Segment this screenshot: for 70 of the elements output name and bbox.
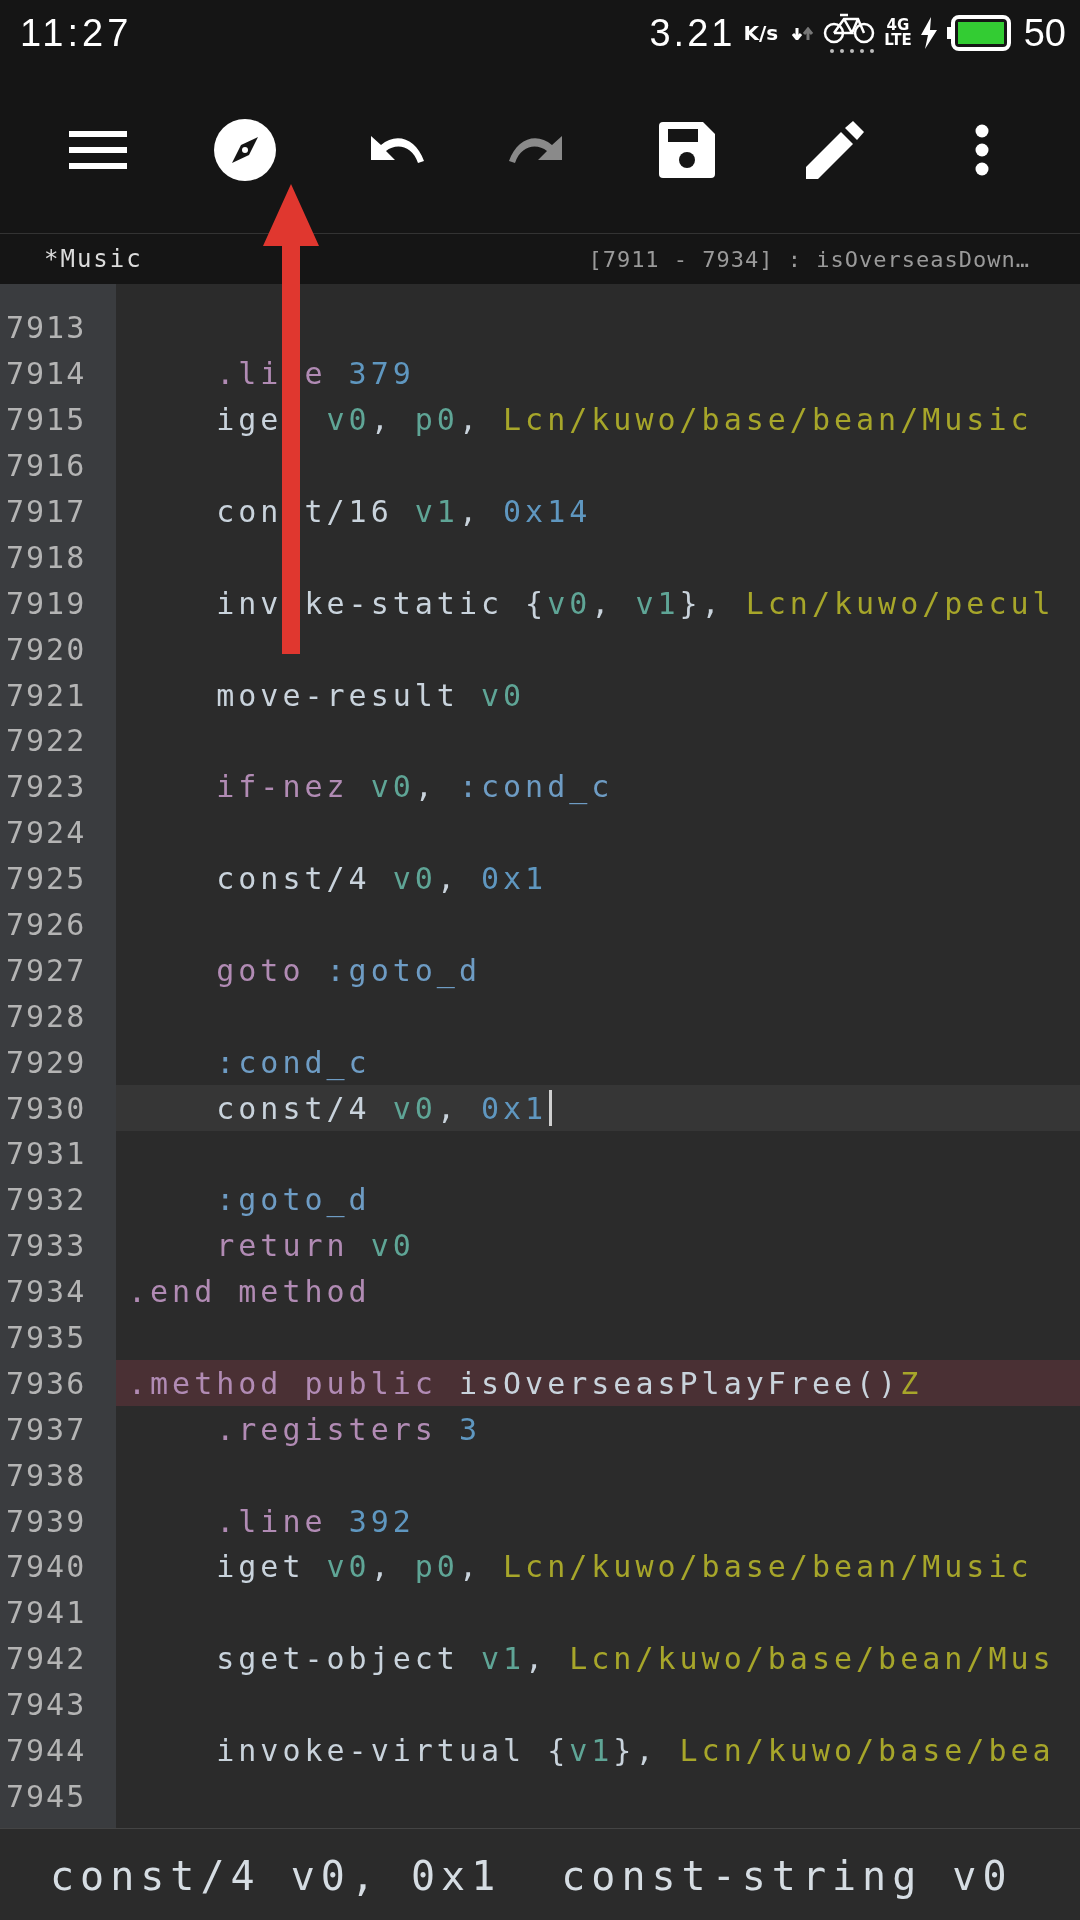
data-transfer-icon [792, 26, 815, 40]
compass-icon [214, 118, 277, 181]
line-number: 7933 [5, 1228, 88, 1264]
code-line: move-result v0 [215, 677, 526, 713]
line-number: 7929 [5, 1044, 88, 1080]
text-cursor [549, 1090, 553, 1127]
line-number: 7939 [5, 1503, 88, 1539]
line-number: 7921 [5, 677, 88, 713]
line-number: 7923 [5, 769, 88, 805]
line-number: 7936 [5, 1365, 88, 1401]
line-number: 7938 [5, 1457, 88, 1493]
file-tab[interactable]: *Music [44, 245, 143, 273]
code-line: .line 392 [215, 1503, 415, 1539]
method-location: [7911 - 7934] : isOverseasDown… [588, 246, 1030, 272]
code-line: if-nez v0, :cond_c [215, 769, 614, 805]
menu-icon [68, 128, 127, 171]
line-number: 7927 [5, 952, 88, 988]
line-number: 7930 [5, 1090, 88, 1126]
line-number: 7940 [5, 1549, 88, 1585]
code-line: iget v0, p0, Lcn/kuwo/base/bean/Music [215, 1549, 1033, 1585]
line-number: 7935 [5, 1320, 88, 1356]
battery-percent: 50 [1023, 11, 1066, 55]
line-number: 7943 [5, 1687, 88, 1723]
battery-icon [945, 15, 1012, 51]
code-line: :cond_c [215, 1044, 371, 1080]
more-icon [975, 123, 990, 176]
line-number: 7913 [5, 310, 88, 346]
code-line: sget-object v1, Lcn/kuwo/base/bean/Mus [215, 1641, 1055, 1677]
line-number: 7926 [5, 907, 88, 942]
speed-unit: K/s [743, 21, 779, 45]
line-number: 7919 [5, 585, 88, 621]
code-line: const/4 v0, 0x1 [215, 861, 548, 897]
line-number: 7915 [5, 402, 88, 438]
line-number: 7920 [5, 631, 88, 667]
network-type: 4G LTE [884, 18, 912, 48]
bicycle-icon [822, 11, 877, 55]
code-line: .method public isOverseasPlayFree()Z [127, 1365, 923, 1401]
code-line: invoke-virtual {v1}, Lcn/kuwo/base/bea [215, 1733, 1055, 1769]
line-number: 7918 [5, 539, 88, 575]
code-line: const/4 v0, 0x1 [215, 1090, 548, 1126]
code-line: .end method [127, 1274, 371, 1310]
line-number: 7917 [5, 494, 88, 529]
charging-icon [919, 17, 938, 49]
network-speed: 3.21 [649, 11, 736, 55]
code-line: inv ke-static {v0, v1}, Lcn/kuwo/pecul [215, 585, 1055, 621]
line-number: 7944 [5, 1733, 88, 1769]
pencil-icon [805, 120, 864, 179]
line-number: 7934 [5, 1274, 88, 1310]
code-line: return v0 [215, 1228, 415, 1264]
line-number: 7931 [5, 1136, 88, 1172]
line-number: 7932 [5, 1182, 88, 1218]
line-number: 7945 [5, 1778, 88, 1814]
code-line: con t/16 v1, 0x14 [215, 494, 592, 529]
line-number: 7916 [5, 448, 88, 484]
code-line: goto :goto_d [215, 952, 481, 988]
line-number: 7922 [5, 723, 88, 759]
line-number: 7942 [5, 1641, 88, 1677]
clock-time: 11:27 [20, 11, 133, 55]
code-suggestion[interactable]: const-string v0 [561, 1852, 1013, 1899]
code-line: :goto_d [215, 1182, 371, 1218]
line-number: 7937 [5, 1411, 88, 1447]
code-line: ige v0, p0, Lcn/kuwo/base/bean/Music [215, 402, 1033, 438]
line-number: 7925 [5, 861, 88, 897]
line-number: 7941 [5, 1595, 88, 1631]
line-number: 7928 [5, 998, 88, 1034]
code-line: .li e 379 [215, 356, 415, 392]
code-line: .registers 3 [215, 1411, 481, 1447]
line-number: 7914 [5, 356, 88, 392]
code-suggestion[interactable]: const/4 v0, 0x1 [50, 1852, 502, 1899]
line-number: 7924 [5, 815, 88, 851]
